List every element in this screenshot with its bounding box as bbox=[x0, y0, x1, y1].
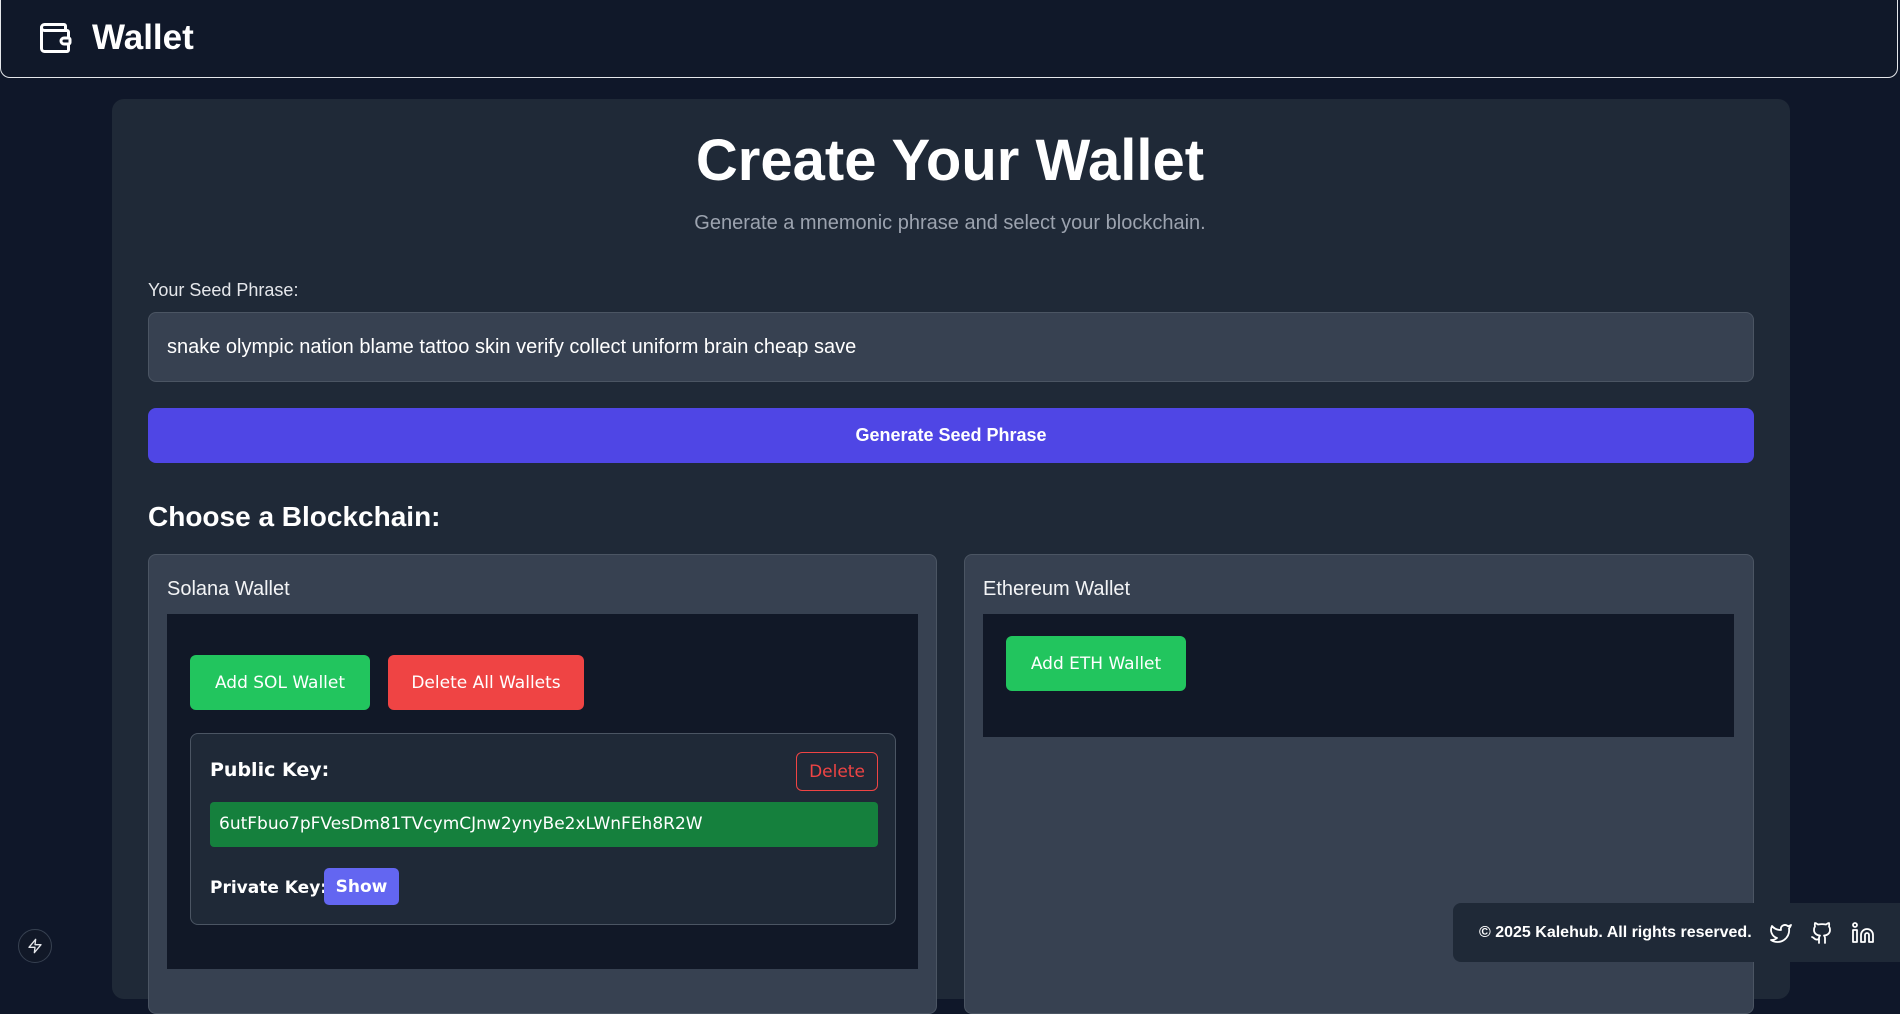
show-private-key-button[interactable]: Show bbox=[324, 868, 399, 905]
copyright-text: © 2025 Kalehub. All rights reserved. bbox=[1479, 924, 1752, 941]
private-key-label: Private Key: bbox=[210, 878, 328, 898]
linkedin-icon[interactable] bbox=[1851, 921, 1875, 945]
bolt-button[interactable] bbox=[18, 929, 52, 963]
add-eth-wallet-button[interactable]: Add ETH Wallet bbox=[1006, 636, 1186, 691]
public-key-label: Public Key: bbox=[210, 759, 330, 781]
twitter-icon[interactable] bbox=[1769, 921, 1793, 945]
seed-phrase-label: Your Seed Phrase: bbox=[148, 280, 299, 300]
solana-wallet-card: Solana Wallet Add SOL Wallet Delete All … bbox=[148, 554, 937, 1014]
choose-blockchain-heading: Choose a Blockchain: bbox=[148, 501, 441, 532]
solana-wallet-panel: Add SOL Wallet Delete All Wallets Public… bbox=[167, 614, 918, 969]
footer: © 2025 Kalehub. All rights reserved. bbox=[1453, 903, 1900, 962]
navbar: Wallet bbox=[0, 0, 1898, 78]
app-title: Wallet bbox=[92, 18, 194, 57]
generate-seed-phrase-button[interactable]: Generate Seed Phrase bbox=[148, 408, 1754, 463]
delete-wallet-button[interactable]: Delete bbox=[796, 752, 878, 791]
add-sol-wallet-button[interactable]: Add SOL Wallet bbox=[190, 655, 370, 710]
seed-phrase-field[interactable]: snake olympic nation blame tattoo skin v… bbox=[148, 312, 1754, 382]
github-icon[interactable] bbox=[1810, 921, 1834, 945]
wallet-key-card: Public Key: Delete 6utFbuo7pFVesDm81TVcy… bbox=[190, 733, 896, 925]
ethereum-wallet-title: Ethereum Wallet bbox=[983, 578, 1131, 600]
delete-all-wallets-button[interactable]: Delete All Wallets bbox=[388, 655, 584, 710]
lightning-icon bbox=[28, 938, 42, 954]
public-key-value[interactable]: 6utFbuo7pFVesDm81TVcymCJnw2ynyBe2xLWnFEh… bbox=[210, 802, 878, 847]
wallet-icon bbox=[40, 23, 72, 53]
page-title: Create Your Wallet bbox=[695, 128, 1205, 193]
ethereum-wallet-panel: Add ETH Wallet bbox=[983, 614, 1734, 737]
page-subtitle: Generate a mnemonic phrase and select yo… bbox=[694, 212, 1206, 234]
solana-wallet-title: Solana Wallet bbox=[167, 578, 290, 600]
